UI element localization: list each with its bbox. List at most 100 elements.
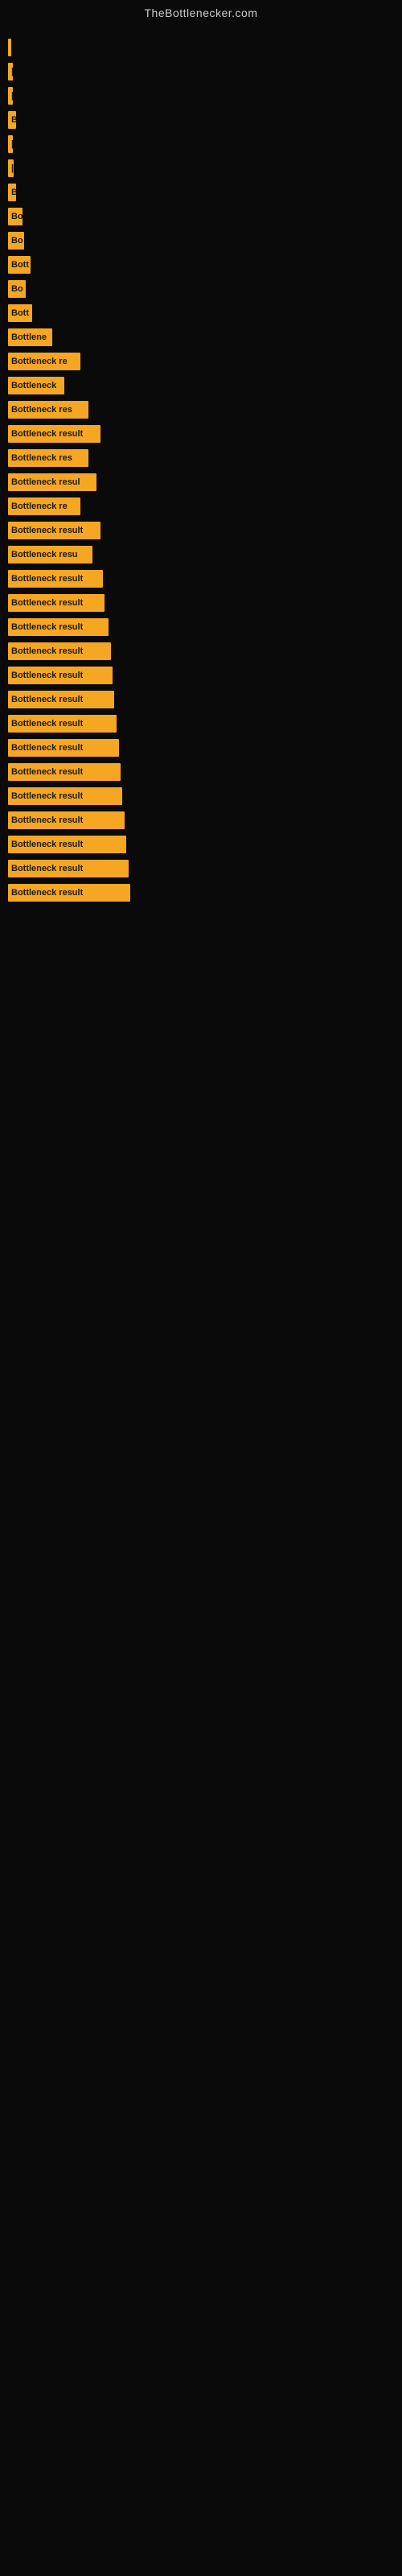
bottleneck-bar: | (8, 135, 13, 153)
bar-row: Bott (8, 256, 394, 274)
bar-row: Bottleneck res (8, 401, 394, 419)
bar-label: Bottleneck result (11, 888, 83, 898)
bar-row: Bottleneck result (8, 691, 394, 708)
bar-row: Bottleneck res (8, 449, 394, 467)
bottleneck-bar: B (8, 111, 16, 129)
bar-label: Bo (11, 284, 23, 294)
bar-label: Bottleneck res (11, 453, 72, 463)
bar-row: Bottleneck result (8, 642, 394, 660)
bar-row: Bottleneck result (8, 787, 394, 805)
bar-row: Bottleneck result (8, 811, 394, 829)
bar-row: Bottleneck result (8, 884, 394, 902)
bottleneck-bar: Bo (8, 232, 24, 250)
bar-row: Bottleneck result (8, 763, 394, 781)
bar-label: Bo (11, 236, 23, 246)
bar-label: Bottleneck result (11, 743, 83, 753)
bar-row: Bottleneck result (8, 570, 394, 588)
bar-row: Bott (8, 304, 394, 322)
bar-row: Bottleneck result (8, 594, 394, 612)
bottleneck-bar: Bottleneck re (8, 497, 80, 515)
bar-label: Bottleneck result (11, 695, 83, 704)
bar-label: Bottleneck result (11, 815, 83, 825)
bar-row: Bottleneck resul (8, 473, 394, 491)
bottleneck-bar: Bottleneck result (8, 642, 111, 660)
bottleneck-bar: B (8, 184, 16, 201)
bar-row: Bottleneck resu (8, 546, 394, 564)
bottleneck-bar: Bottleneck result (8, 763, 121, 781)
bar-row: | (8, 159, 394, 177)
bar-row: Bo (8, 232, 394, 250)
bar-label: Bottleneck result (11, 767, 83, 777)
bottleneck-bar: Bottleneck result (8, 860, 129, 877)
bar-row: B (8, 184, 394, 201)
site-title-bar: TheBottlenecker.com (0, 0, 402, 23)
bottleneck-bar: Bottleneck result (8, 522, 100, 539)
bottleneck-bar: | (8, 87, 13, 105)
bottleneck-bar: Bottleneck (8, 377, 64, 394)
bar-label: Bottlene (11, 332, 47, 342)
bar-label: Bottleneck result (11, 864, 83, 873)
site-title: TheBottlenecker.com (0, 0, 402, 23)
bar-row: Bottleneck re (8, 353, 394, 370)
bottleneck-bar: Bottleneck result (8, 836, 126, 853)
bottleneck-bar: Bottleneck result (8, 425, 100, 443)
bottleneck-bar: Bottleneck result (8, 787, 122, 805)
bar-label: Bott (11, 260, 29, 270)
bar-label: Bottleneck result (11, 840, 83, 849)
bottleneck-bar: Bottleneck result (8, 884, 130, 902)
bar-row: Bottleneck result (8, 715, 394, 733)
bar-row: B (8, 111, 394, 129)
bar-label: | (11, 67, 13, 76)
bar-row: Bottleneck result (8, 836, 394, 853)
bar-label: Bottleneck result (11, 622, 83, 632)
bottleneck-bar: Bottleneck result (8, 691, 114, 708)
bar-row: | (8, 135, 394, 153)
bar-label: | (11, 91, 13, 101)
bar-label: Bottleneck (11, 381, 56, 390)
bar-row: Bottleneck result (8, 522, 394, 539)
bottleneck-bar: Bottleneck result (8, 618, 109, 636)
bar-label: B (11, 115, 16, 125)
bar-label: Bottleneck result (11, 719, 83, 729)
bar-row: Bottleneck re (8, 497, 394, 515)
bar-label: Bottleneck result (11, 526, 83, 535)
bottleneck-bar: Bottleneck re (8, 353, 80, 370)
bottleneck-bar: Bott (8, 304, 32, 322)
bar-label: B (11, 188, 16, 197)
bars-container: | | | B | | B Bo Bo Bott Bo Bott Bottlene Bottleneck … (0, 23, 402, 916)
bottleneck-bar: Bottleneck result (8, 667, 113, 684)
bar-row: Bottleneck (8, 377, 394, 394)
bottleneck-bar: Bottleneck result (8, 570, 103, 588)
bar-label: Bottleneck resul (11, 477, 80, 487)
bar-label: Bottleneck result (11, 598, 83, 608)
bottleneck-bar: Bottleneck resu (8, 546, 92, 564)
bar-row: Bo (8, 208, 394, 225)
bar-label: Bottleneck result (11, 646, 83, 656)
bottleneck-bar: Bottlene (8, 328, 52, 346)
bar-label: Bottleneck result (11, 429, 83, 439)
bottleneck-bar: Bottleneck result (8, 739, 119, 757)
bar-label: Bottleneck re (11, 502, 68, 511)
bottleneck-bar: Bottleneck result (8, 811, 125, 829)
bar-label: Bottleneck result (11, 791, 83, 801)
bottleneck-bar: Bottleneck result (8, 715, 117, 733)
bar-row: Bottleneck result (8, 860, 394, 877)
bottleneck-bar: Bo (8, 280, 26, 298)
bar-row: | (8, 39, 394, 56)
bottleneck-bar: Bott (8, 256, 31, 274)
bar-label: Bottleneck result (11, 671, 83, 680)
bar-row: Bottlene (8, 328, 394, 346)
bar-label: Bottleneck resu (11, 550, 78, 559)
bar-row: Bottleneck result (8, 618, 394, 636)
bottleneck-bar: Bottleneck res (8, 449, 88, 467)
bottleneck-bar: Bottleneck res (8, 401, 88, 419)
bar-label: | (11, 139, 13, 149)
bar-row: Bo (8, 280, 394, 298)
bar-row: Bottleneck result (8, 425, 394, 443)
bottleneck-bar: | (8, 159, 14, 177)
bar-row: | (8, 87, 394, 105)
bar-label: Bottleneck re (11, 357, 68, 366)
bottleneck-bar: Bo (8, 208, 23, 225)
bar-label: Bo (11, 212, 23, 221)
bar-label: Bottleneck result (11, 574, 83, 584)
